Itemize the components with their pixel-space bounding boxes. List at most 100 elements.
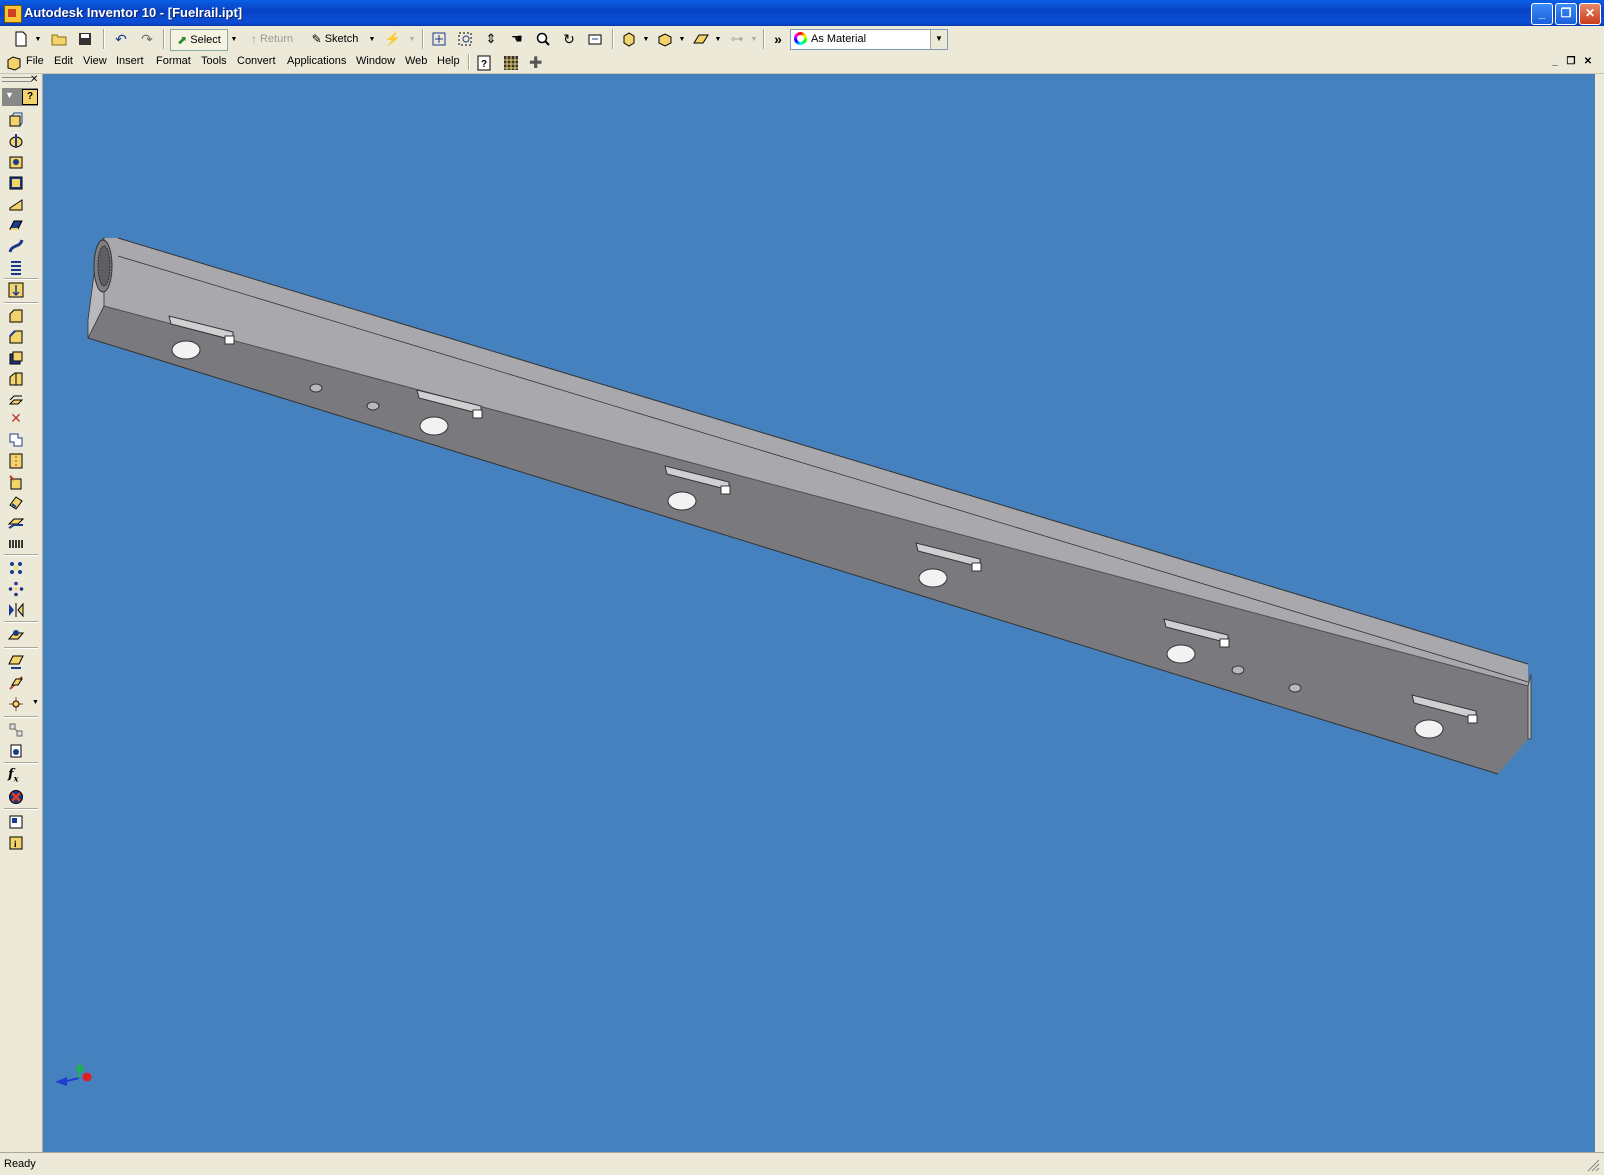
- resize-grip-icon[interactable]: [1586, 1158, 1600, 1172]
- new-file-dropdown[interactable]: ▼: [32, 29, 42, 49]
- shell-icon[interactable]: [8, 175, 24, 191]
- ground-shadow-button[interactable]: [690, 29, 712, 49]
- menu-insert[interactable]: Insert: [116, 55, 144, 67]
- update-dropdown[interactable]: ▼: [406, 29, 416, 49]
- display-mode-button[interactable]: [618, 29, 640, 49]
- camera-dropdown[interactable]: ▼: [676, 29, 686, 49]
- zoom-window-icon: [458, 32, 472, 46]
- hole-icon[interactable]: [8, 154, 24, 170]
- zoom-button[interactable]: ⇕: [480, 29, 502, 49]
- rail-end-face: [1527, 673, 1532, 740]
- zoom-all-button[interactable]: [428, 29, 450, 49]
- zoom-window-button[interactable]: [454, 29, 476, 49]
- ilogic-icon[interactable]: [8, 789, 24, 805]
- pan-button[interactable]: ☚: [506, 29, 528, 49]
- inventor-app-icon[interactable]: [4, 5, 22, 23]
- more-tools-button[interactable]: »: [768, 29, 788, 49]
- rotate-button[interactable]: ↻: [558, 29, 580, 49]
- rib-icon[interactable]: [8, 196, 24, 212]
- rail-side-face: [88, 306, 1528, 774]
- circular-pattern-icon[interactable]: [8, 581, 24, 597]
- plastic-part-icon[interactable]: [8, 495, 24, 511]
- save-button[interactable]: [74, 29, 96, 49]
- work-axis-icon[interactable]: [8, 675, 24, 691]
- loft-icon[interactable]: [8, 217, 24, 233]
- undo-button[interactable]: ↶: [110, 29, 132, 49]
- work-point-icon[interactable]: [8, 696, 24, 712]
- delete-face-icon[interactable]: ✕: [8, 410, 24, 426]
- mirror-icon[interactable]: [8, 602, 24, 618]
- vertical-scrollbar[interactable]: [1595, 74, 1604, 1152]
- document-icon[interactable]: [6, 55, 22, 71]
- minimize-button[interactable]: _: [1531, 3, 1553, 25]
- fillet-icon[interactable]: [8, 308, 24, 324]
- menu-convert[interactable]: Convert: [237, 55, 276, 67]
- appearance-dropdown-button[interactable]: ▼: [930, 30, 947, 49]
- promote-icon[interactable]: [8, 743, 24, 759]
- panel-grip[interactable]: [2, 77, 32, 82]
- face-draft-icon[interactable]: [8, 350, 24, 366]
- thread-icon[interactable]: [8, 282, 24, 298]
- panel-header[interactable]: ▼ ?: [2, 88, 38, 106]
- work-plane-2-icon[interactable]: [8, 654, 24, 670]
- chamfer-icon[interactable]: [8, 329, 24, 345]
- information-icon[interactable]: i: [8, 835, 24, 851]
- thicken-icon[interactable]: [8, 392, 24, 408]
- zoom-icon: ⇕: [485, 31, 497, 46]
- grid-settings-icon[interactable]: [503, 55, 519, 71]
- emboss-icon[interactable]: [8, 453, 24, 469]
- menu-applications[interactable]: Applications: [287, 55, 346, 67]
- menu-web[interactable]: Web: [405, 55, 427, 67]
- panel-close-icon[interactable]: ✕: [30, 74, 38, 85]
- ucs-icon[interactable]: [8, 722, 24, 738]
- open-button[interactable]: [48, 29, 70, 49]
- feature-shape-icon[interactable]: [8, 516, 24, 532]
- derived-component-icon[interactable]: [8, 474, 24, 490]
- decal-icon[interactable]: [8, 432, 24, 448]
- sketch-dropdown[interactable]: ▼: [366, 29, 376, 49]
- insert-object-icon[interactable]: [8, 814, 24, 830]
- close-button[interactable]: ✕: [1579, 3, 1601, 25]
- ground-shadow-dropdown[interactable]: ▼: [712, 29, 722, 49]
- menu-tools[interactable]: Tools: [201, 55, 227, 67]
- structure-button[interactable]: ⊶: [726, 29, 748, 49]
- menu-format[interactable]: Format: [156, 55, 191, 67]
- doc-restore-button[interactable]: ❐: [1564, 56, 1578, 69]
- help-topics-icon[interactable]: ?: [476, 55, 492, 71]
- menu-window[interactable]: Window: [356, 55, 395, 67]
- split-icon[interactable]: [8, 371, 24, 387]
- sketch-button[interactable]: ✎ Sketch: [306, 29, 364, 49]
- menu-file[interactable]: File: [26, 55, 44, 67]
- parameters-fx-icon[interactable]: fx: [8, 767, 24, 784]
- select-dropdown[interactable]: ▼: [228, 29, 238, 49]
- restore-button[interactable]: ❐: [1555, 3, 1577, 25]
- graphics-viewport[interactable]: [43, 74, 1595, 1152]
- update-button[interactable]: ⚡: [382, 29, 404, 49]
- new-file-button[interactable]: [10, 29, 32, 49]
- doc-close-button[interactable]: ✕: [1581, 56, 1595, 69]
- add-plus-icon[interactable]: ✚: [529, 53, 542, 73]
- redo-button[interactable]: ↷: [136, 29, 158, 49]
- structure-dropdown[interactable]: ▼: [748, 29, 758, 49]
- bolt-hole-2: [366, 401, 380, 411]
- select-tool-button[interactable]: ⬈ Select: [170, 29, 228, 51]
- coil-icon[interactable]: [8, 259, 24, 275]
- fuelrail-part-model[interactable]: [43, 74, 1595, 1152]
- menu-edit[interactable]: Edit: [54, 55, 73, 67]
- camera-button[interactable]: [654, 29, 676, 49]
- sweep-icon[interactable]: [8, 238, 24, 254]
- zoom-selected-button[interactable]: [532, 29, 554, 49]
- extrude-icon[interactable]: [8, 112, 24, 128]
- look-at-button[interactable]: [584, 29, 606, 49]
- work-point-dropdown[interactable]: ▼: [32, 699, 39, 706]
- work-plane-icon[interactable]: [8, 627, 24, 643]
- doc-minimize-button[interactable]: _: [1548, 56, 1562, 69]
- menu-view[interactable]: View: [83, 55, 107, 67]
- menu-help[interactable]: Help: [437, 55, 460, 67]
- rule-text-icon[interactable]: [8, 536, 24, 552]
- revolve-icon[interactable]: [8, 133, 24, 149]
- appearance-select[interactable]: As Material ▼: [790, 29, 948, 50]
- return-button[interactable]: ↑ Return: [244, 29, 300, 49]
- rectangular-pattern-icon[interactable]: [8, 560, 24, 576]
- display-mode-dropdown[interactable]: ▼: [640, 29, 650, 49]
